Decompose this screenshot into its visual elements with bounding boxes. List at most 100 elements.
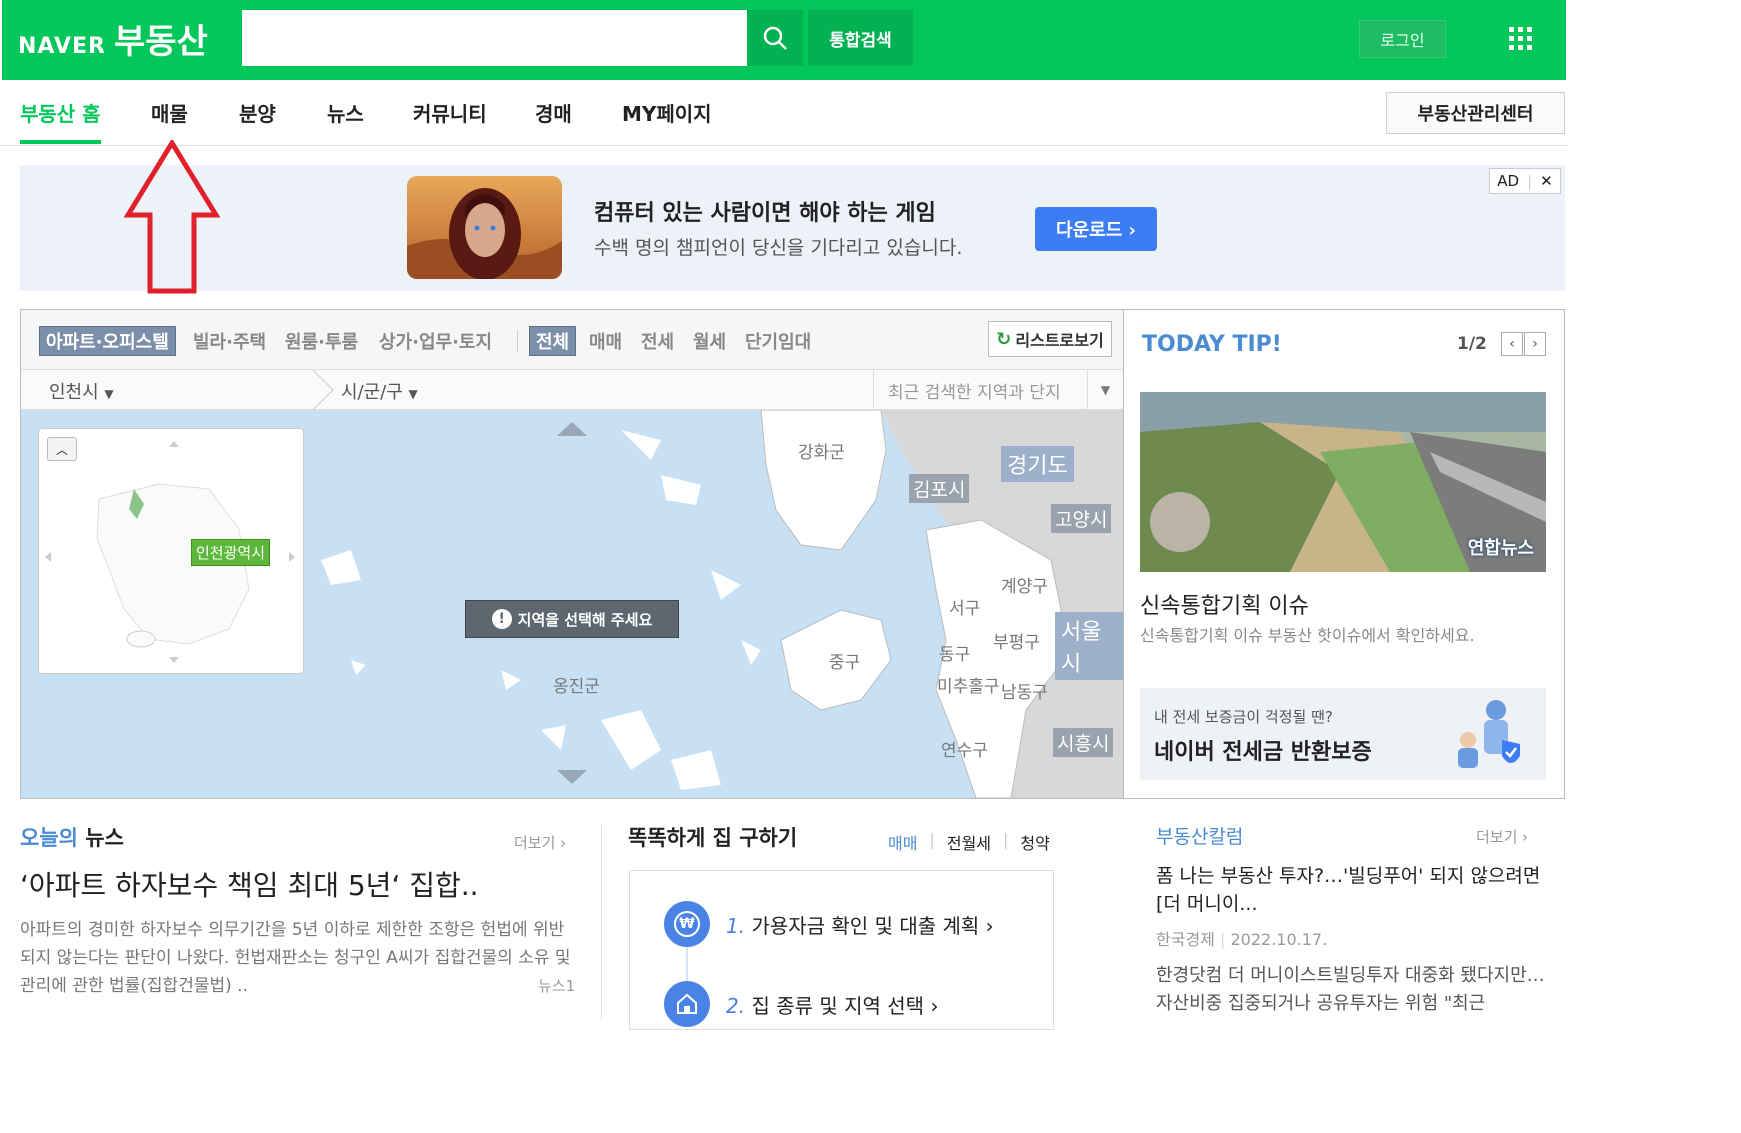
step-1-text: 가용자금 확인 및 대출 계획 › [751,913,994,938]
today-news-heading-rest: 뉴스 [77,826,124,850]
apps-button[interactable] [1498,20,1544,58]
tab-oneroom-tworoom[interactable]: 원룸·투룸 [279,326,364,356]
region-label-yeonsu[interactable]: 연수구 [941,736,988,761]
tab-deal-jeonse[interactable]: 전세 [635,326,680,356]
close-icon[interactable]: ✕ [1540,172,1553,190]
tip-next-button[interactable]: › [1524,332,1546,356]
province-label-gyeonggi[interactable]: 경기도 [1001,446,1074,482]
province-label-seoul[interactable]: 서울시 [1055,612,1123,680]
step-1[interactable]: ₩ 1. 가용자금 확인 및 대출 계획 › [664,901,994,947]
ad-title[interactable]: 컴퓨터 있는 사람이면 해야 하는 게임 [594,195,936,227]
logo-brand: NAVER [18,34,106,59]
recent-search-select[interactable]: 최근 검색한 지역과 단지 ▼ [873,370,1123,410]
column-title[interactable]: 폼 나는 부동산 투자?…'빌딩푸어' 되지 않으려면 [더 머니이... [1156,862,1546,918]
won-coin-icon: ₩ [664,901,710,947]
district-select-value: 시/군/구 [341,382,403,403]
city-label-goyang[interactable]: 고양시 [1051,504,1112,533]
tab-deal-shortterm[interactable]: 단기임대 [739,326,817,356]
tab-deal-sale[interactable]: 매매 [583,326,628,356]
nav-item-listings[interactable]: 매물 [151,98,188,144]
ad-image[interactable] [407,176,562,279]
tab-divider [517,330,518,352]
news-body[interactable]: 아파트의 경미한 하자보수 의무기간을 5년 이하로 제한한 조항은 헌법에 위… [20,916,576,1000]
region-label-michuhol[interactable]: 미추홀구 [937,672,1000,697]
region-label-seo[interactable]: 서구 [949,594,980,619]
nav-item-mypage[interactable]: MY페이지 [622,98,712,144]
search-input[interactable] [242,10,747,66]
tab-deal-all[interactable]: 전체 [529,326,577,356]
nav-item-home[interactable]: 부동산 홈 [20,98,101,144]
region-label-dong[interactable]: 동구 [939,640,970,665]
ad-description[interactable]: 수백 명의 챔피언이 당신을 기다리고 있습니다. [594,233,962,260]
step-2[interactable]: 2. 집 종류 및 지역 선택 › [664,981,938,1027]
unified-search-button[interactable]: 통합검색 [808,10,913,66]
city-select-value: 인천시 [49,382,99,403]
toast-text: 지역을 선택해 주세요 [517,610,653,629]
news-more-link[interactable]: 더보기 › [514,832,566,853]
region-label-gyeyang[interactable]: 계양구 [1001,572,1048,597]
ad-banner[interactable]: 컴퓨터 있는 사람이면 해야 하는 게임 수백 명의 챔피언이 당신을 기다리고… [20,165,1565,291]
nav-item-community[interactable]: 커뮤니티 [413,98,487,144]
tab-villa-house[interactable]: 빌라·주택 [187,326,272,356]
tab-deal-monthly[interactable]: 월세 [687,326,732,356]
select-region-toast: ! 지역을 선택해 주세요 [465,600,679,638]
region-label-ganghwa[interactable]: 강화군 [798,438,845,463]
login-button[interactable]: 로그인 [1359,20,1446,58]
chevron-down-icon[interactable]: ▼ [1087,370,1123,410]
today-news-heading-accent: 오늘의 [20,826,78,850]
column-source: 한국경제 [1156,930,1215,949]
tip-page-indicator: 1/2 [1457,334,1487,354]
logo[interactable]: NAVER 부동산 [18,14,208,63]
ad-badge[interactable]: AD | ✕ [1489,168,1561,194]
recent-search-label: 최근 검색한 지역과 단지 [888,383,1061,403]
region-label-jung[interactable]: 중구 [829,648,860,673]
city-label-siheung[interactable]: 시흥시 [1053,728,1114,757]
chevron-right-icon: › [1532,336,1538,352]
chevron-left-icon: ‹ [1509,336,1515,352]
city-label-gimpo[interactable]: 김포시 [909,474,970,503]
news-source: 뉴스1 [538,977,576,995]
tab-sale[interactable]: 매매 [888,830,917,854]
tip-prev-button[interactable]: ‹ [1501,332,1523,356]
tip-description[interactable]: 신속통합기획 이슈 부동산 핫이슈에서 확인하세요. [1140,622,1475,646]
minimap-region-label[interactable]: 인천광역시 [191,539,271,566]
region-label-namdong[interactable]: 남동구 [1001,678,1048,703]
column-divider [601,825,602,1020]
nav-item-auction[interactable]: 경매 [535,98,572,144]
tip-photo[interactable]: 연합뉴스 [1140,392,1546,572]
step-2-text: 집 종류 및 지역 선택 › [751,993,939,1018]
list-view-button[interactable]: ↻ 리스트로보기 [988,321,1112,357]
tab-separator: | [929,830,935,849]
main-nav: 부동산 홈 매물 분양 뉴스 커뮤니티 경매 MY페이지 부동산관리센터 [0,80,1568,146]
tab-commercial-land[interactable]: 상가·업무·토지 [373,326,498,356]
management-center-button[interactable]: 부동산관리센터 [1386,92,1565,134]
real-estate-column-heading[interactable]: 부동산칼럼 [1156,822,1243,849]
smart-guide-heading: 똑똑하게 집 구하기 [628,826,798,850]
people-shield-icon [1458,700,1520,768]
column-meta: 한국경제 | 2022.10.17. [1156,930,1328,949]
list-view-label: 리스트로보기 [1015,331,1104,350]
minimap[interactable]: ︿ 인천광역시 [38,428,304,674]
photo-watermark: 연합뉴스 [1467,538,1534,559]
district-select[interactable]: 시/군/구 ▼ [341,378,418,404]
region-filters: 인천시 ▼ 시/군/구 ▼ 최근 검색한 지역과 단지 ▼ [21,370,1123,410]
region-label-bupyeong[interactable]: 부평구 [993,628,1040,653]
search-button[interactable] [747,10,803,66]
region-label-ongjin[interactable]: 옹진군 [553,672,600,697]
tab-apartment-officetel[interactable]: 아파트·오피스텔 [39,326,176,356]
tip-headline[interactable]: 신속통합기획 이슈 [1140,588,1309,620]
column-more-link[interactable]: 더보기 › [1476,826,1528,847]
column-body[interactable]: 한경닷컴 더 머니이스트빌딩투자 대중화 됐다지만…자산비중 집중되거나 공유투… [1156,962,1546,1018]
tab-jeonse-monthly[interactable]: 전월세 [947,830,991,854]
tab-subscription[interactable]: 청약 [1020,830,1049,854]
column-date: 2022.10.17. [1230,930,1328,949]
download-button[interactable]: 다운로드 › [1035,207,1157,251]
step-2-number: 2. [726,993,746,1018]
map-canvas[interactable]: ︿ 인천광역시 ! 지역을 선택해 주세요 경기도 서울시 김포시 고양시 시흥… [21,410,1123,798]
city-select[interactable]: 인천시 ▼ [49,378,114,404]
nav-item-news[interactable]: 뉴스 [327,98,364,144]
nav-item-presale[interactable]: 분양 [239,98,276,144]
chevron-down-icon: ▼ [104,387,114,401]
jeonse-guarantee-banner[interactable]: 내 전세 보증금이 걱정될 땐? 네이버 전세금 반환보증 [1140,688,1546,780]
news-headline[interactable]: ‘아파트 하자보수 책임 최대 5년‘ 집합.. [20,864,479,904]
